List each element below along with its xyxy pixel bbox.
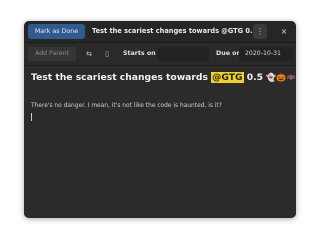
mark-as-done-button[interactable]: Mark as Done <box>28 24 85 39</box>
task-toolbar: Add Parent ⇆ ▯ Starts on Due on 2020-10-… <box>24 43 296 66</box>
close-icon[interactable]: × <box>278 24 290 39</box>
task-editor-window: Mark as Done Test the scariest changes t… <box>24 21 296 218</box>
text-cursor <box>31 113 32 121</box>
add-parent-button[interactable]: Add Parent <box>28 47 76 61</box>
starts-on-label: Starts on <box>123 50 156 57</box>
starts-on-field[interactable] <box>157 47 209 61</box>
task-title[interactable]: Test the scariest changes towards @GTG 0… <box>31 71 296 85</box>
task-text-editor[interactable]: Test the scariest changes towards @GTG 0… <box>24 66 296 218</box>
task-body-text[interactable]: There's no danger. I mean, it's not like… <box>31 102 222 111</box>
ghost-pumpkin-bat-emoji: 👻🎃🦇 <box>266 73 296 82</box>
tags-icon[interactable]: ▯ <box>100 47 114 61</box>
tag-gtg[interactable]: @GTG <box>211 72 244 83</box>
menu-icon[interactable]: ⋮ <box>253 24 267 39</box>
window-title: Test the scariest changes towards @GTG 0… <box>92 27 258 35</box>
task-title-version: 0.5 <box>243 72 264 83</box>
task-title-text: Test the scariest changes towards <box>31 72 212 83</box>
header-bar: Mark as Done Test the scariest changes t… <box>24 21 296 43</box>
open-parent-icon[interactable]: ⇆ <box>82 47 96 61</box>
due-on-field[interactable]: 2020-10-31 <box>239 47 293 61</box>
due-on-label: Due on <box>216 50 241 57</box>
